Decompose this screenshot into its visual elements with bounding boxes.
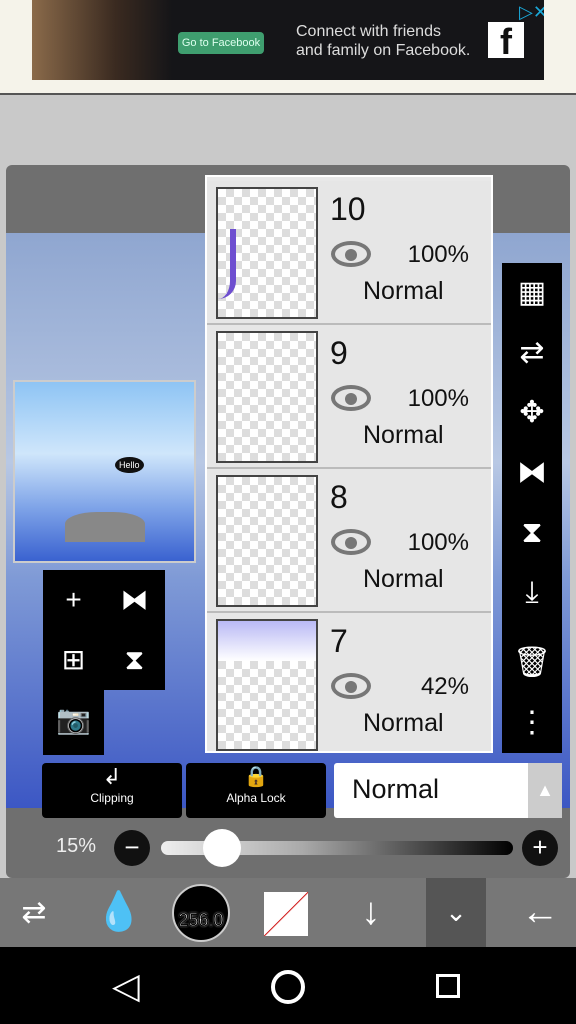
alpha-lock-label: Alpha Lock bbox=[226, 791, 286, 805]
clipping-label: Clipping bbox=[90, 791, 134, 805]
collapse-icon[interactable]: ⌄ bbox=[426, 878, 486, 947]
lock-icon: 🔒 bbox=[243, 766, 269, 788]
ad-banner[interactable]: Go to Facebook Connect with friends and f… bbox=[32, 0, 544, 80]
ad-image bbox=[32, 0, 172, 80]
eye-icon[interactable] bbox=[331, 241, 371, 267]
layer-number: 8 bbox=[330, 479, 348, 515]
layer-item[interactable]: 9 100% Normal bbox=[207, 325, 491, 469]
camera-icon[interactable]: 📷 bbox=[43, 690, 104, 750]
add-copy-layer-icon[interactable]: ⊞ bbox=[43, 630, 104, 690]
nav-recents-icon[interactable] bbox=[436, 974, 460, 998]
add-layer-icon[interactable]: + bbox=[43, 570, 104, 630]
flip-vertical-icon[interactable]: ⧗ bbox=[104, 630, 165, 690]
alpha-lock-button[interactable]: 🔒 Alpha Lock bbox=[186, 763, 326, 818]
layer-number: 7 bbox=[330, 623, 348, 659]
layer-item[interactable]: 8 100% Normal bbox=[207, 469, 491, 613]
layer-mode: Normal bbox=[363, 277, 444, 305]
layer-thumbnail bbox=[216, 475, 318, 607]
layer-item[interactable]: 10 100% Normal bbox=[207, 181, 491, 325]
canvas-preview: Hello bbox=[13, 380, 196, 563]
layer-opacity: 100% bbox=[407, 385, 469, 412]
ad-close-icon[interactable]: ▷✕ bbox=[519, 2, 544, 23]
layer-opacity: 100% bbox=[407, 241, 469, 268]
swap-layer-icon[interactable]: ⇄ bbox=[502, 323, 562, 383]
brush-size-button[interactable]: 256.0 bbox=[172, 884, 230, 942]
layer-thumbnail bbox=[216, 331, 318, 463]
layer-opacity: 100% bbox=[407, 529, 469, 556]
blend-mode-value: Normal bbox=[352, 774, 440, 804]
speech-bubble: Hello bbox=[115, 457, 144, 473]
thumb-art bbox=[218, 229, 236, 299]
arrow-down-icon[interactable]: ↓ bbox=[345, 878, 397, 947]
layer-panel: Hello + ⧓ ⊞ ⧗ 📷 10 100% Normal 9 100% No… bbox=[6, 165, 570, 878]
ad-text: Connect with friends and family on Facebo… bbox=[296, 22, 470, 60]
opacity-increase-button[interactable]: + bbox=[522, 830, 558, 866]
layer-item[interactable]: 7 42% Normal bbox=[207, 613, 491, 751]
layer-thumbnail bbox=[216, 619, 318, 751]
opacity-decrease-button[interactable]: − bbox=[114, 830, 150, 866]
ad-go-button[interactable]: Go to Facebook bbox=[178, 32, 264, 54]
opacity-slider-handle[interactable] bbox=[203, 829, 241, 867]
layer-mode: Normal bbox=[363, 565, 444, 593]
ad-text-1: Connect with friends bbox=[296, 23, 441, 40]
layer-thumbnail bbox=[216, 187, 318, 319]
facebook-logo: f bbox=[488, 22, 524, 62]
color-swatch[interactable] bbox=[264, 892, 308, 936]
ad-area: Go to Facebook Connect with friends and f… bbox=[0, 0, 576, 95]
rotate-flip-icon[interactable]: ⧗ bbox=[502, 503, 562, 563]
flip-icon[interactable]: ⧓ bbox=[502, 443, 562, 503]
move-icon[interactable]: ✥ bbox=[502, 383, 562, 443]
nav-back-icon[interactable]: ◁ bbox=[112, 965, 140, 1007]
clipping-button[interactable]: ↲ Clipping bbox=[42, 763, 182, 818]
layer-number: 9 bbox=[330, 335, 348, 371]
merge-down-icon[interactable]: ⤓ bbox=[502, 563, 562, 623]
brush-size-value: 256.0 bbox=[178, 910, 224, 931]
layer-mode: Normal bbox=[363, 421, 444, 449]
right-toolbar: ▦ ⇄ ✥ ⧓ ⧗ ⤓ 🗑 ⋮ bbox=[502, 263, 562, 753]
layer-number: 10 bbox=[330, 191, 366, 227]
back-arrow-icon[interactable]: ← bbox=[510, 878, 570, 947]
layer-tools: + ⧓ ⊞ ⧗ bbox=[43, 570, 165, 690]
clipping-icon: ↲ bbox=[102, 764, 122, 789]
bottom-toolbar: ⇄ 💧 256.0 ↓ ⌄ ← bbox=[0, 878, 576, 947]
system-nav-bar: ◁ bbox=[0, 947, 576, 1024]
droplet-icon[interactable]: 💧 bbox=[95, 878, 143, 947]
eye-icon[interactable] bbox=[331, 529, 371, 555]
opacity-value: 15% bbox=[56, 835, 97, 857]
trash-icon[interactable]: 🗑 bbox=[502, 633, 562, 693]
layer-mode: Normal bbox=[363, 709, 444, 737]
brush-eraser-swap-icon[interactable]: ⇄ bbox=[8, 878, 60, 947]
rock bbox=[65, 512, 145, 542]
nav-home-icon[interactable] bbox=[271, 970, 305, 1004]
more-icon[interactable]: ⋮ bbox=[502, 693, 562, 753]
transparency-icon[interactable]: ▦ bbox=[502, 263, 562, 323]
eye-icon[interactable] bbox=[331, 673, 371, 699]
camera-tool: 📷 bbox=[43, 690, 104, 755]
thumb-art bbox=[218, 621, 316, 661]
eye-icon[interactable] bbox=[331, 385, 371, 411]
layer-opacity: 42% bbox=[420, 673, 469, 700]
caret-up-icon[interactable]: ▲ bbox=[528, 763, 562, 818]
layer-list[interactable]: 10 100% Normal 9 100% Normal 8 100% Norm… bbox=[205, 175, 493, 753]
flip-horizontal-icon[interactable]: ⧓ bbox=[104, 570, 165, 630]
ad-text-2: and family on Facebook. bbox=[296, 42, 471, 59]
blend-mode-select[interactable]: Normal ▲ bbox=[334, 763, 562, 818]
